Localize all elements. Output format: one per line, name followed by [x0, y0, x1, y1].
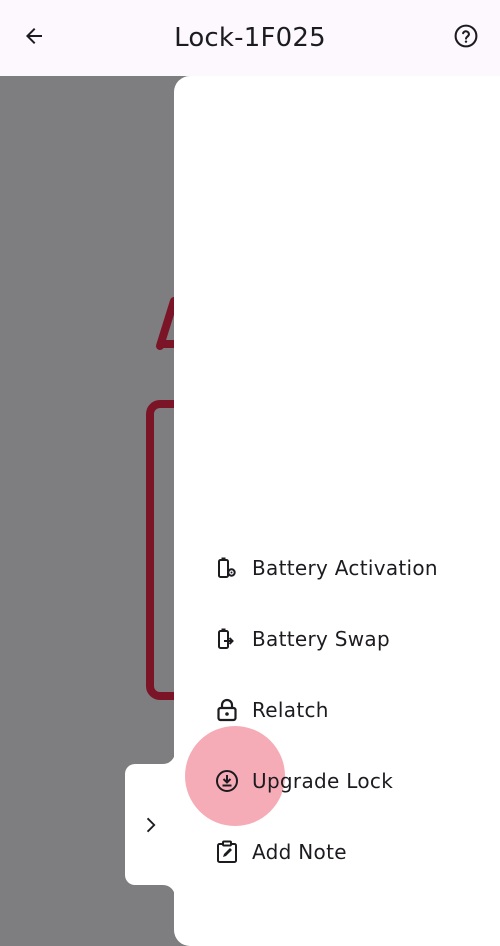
app-bar: Lock-1F025 [0, 0, 500, 76]
back-button[interactable] [12, 14, 56, 58]
menu-item-battery-activation[interactable]: Battery Activation [174, 532, 500, 603]
menu-item-label: Add Note [252, 839, 347, 864]
menu-item-add-note[interactable]: Add Note [174, 816, 500, 887]
arrow-left-icon [26, 28, 42, 44]
help-button[interactable] [444, 14, 488, 58]
menu-item-battery-swap[interactable]: Battery Swap [174, 603, 500, 674]
lock-icon [214, 697, 240, 723]
menu-item-label: Battery Activation [252, 555, 438, 580]
edit-note-icon [214, 839, 240, 865]
drawer-collapse-button[interactable] [125, 764, 175, 885]
chevron-right-icon [146, 817, 156, 832]
help-circle-icon [454, 24, 478, 48]
page-title: Lock-1F025 [174, 23, 326, 53]
battery-gear-icon [214, 555, 240, 581]
menu-item-label: Relatch [252, 697, 329, 722]
action-menu: Battery Activation Battery Swap Relatch … [174, 532, 500, 887]
download-circle-icon [214, 768, 240, 794]
menu-item-label: Battery Swap [252, 626, 390, 651]
menu-item-label: Upgrade Lock [252, 768, 394, 793]
battery-swap-icon [214, 626, 240, 652]
